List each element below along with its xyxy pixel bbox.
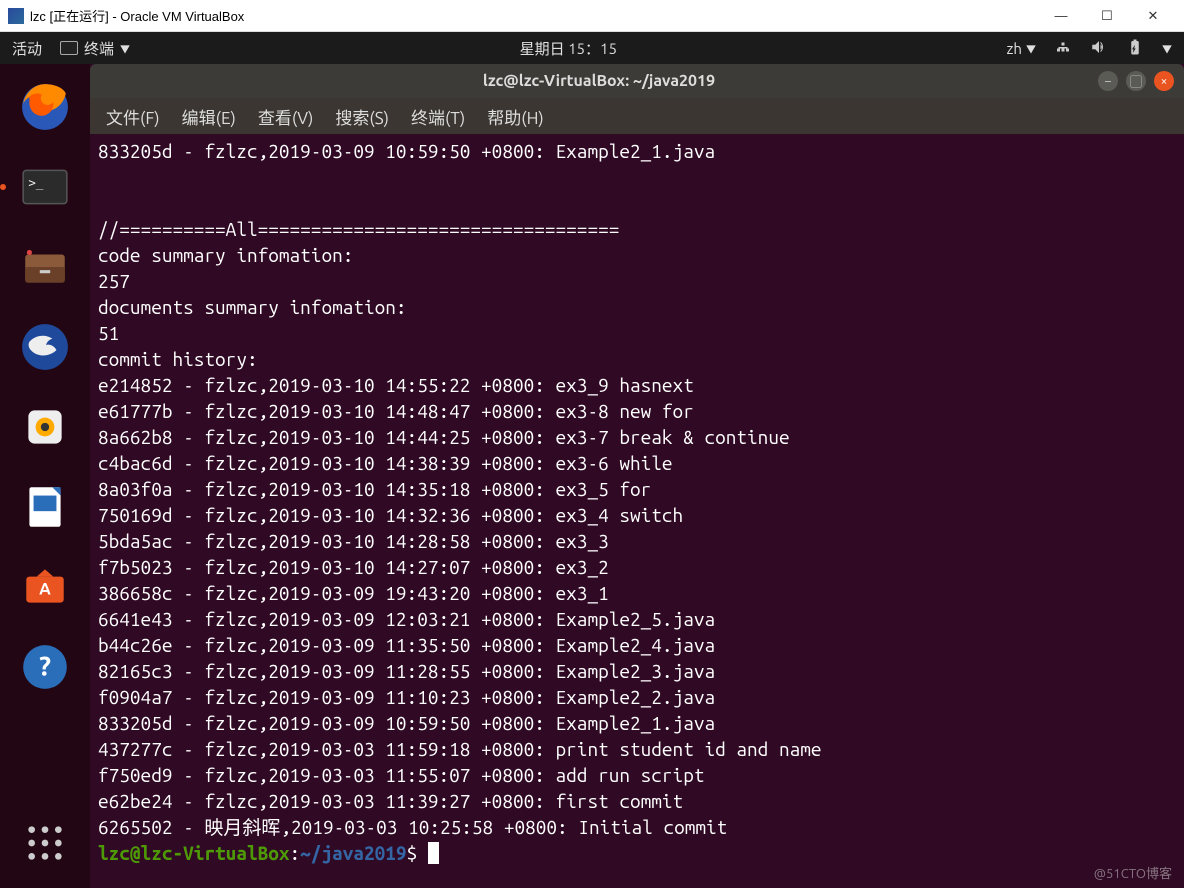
files-launcher[interactable] (10, 232, 80, 302)
terminal-maximize-button[interactable]: ▢ (1126, 71, 1146, 91)
firefox-launcher[interactable] (10, 72, 80, 142)
vbox-titlebar: lzc [正在运行] - Oracle VM VirtualBox — ☐ ✕ (0, 0, 1184, 32)
volume-icon[interactable] (1090, 38, 1108, 59)
dock: >_ A ? (0, 64, 90, 888)
terminal-window: lzc@lzc-VirtualBox: ~/java2019 – ▢ × 文件(… (90, 64, 1184, 888)
host-close-button[interactable]: ✕ (1130, 1, 1176, 31)
topbar-app-menu[interactable]: 终端 ▼ (60, 38, 130, 59)
network-icon[interactable] (1054, 38, 1072, 59)
host-maximize-button[interactable]: ☐ (1084, 1, 1130, 31)
chevron-down-icon: ▼ (1026, 41, 1036, 56)
terminal-titlebar[interactable]: lzc@lzc-VirtualBox: ~/java2019 – ▢ × (90, 64, 1184, 98)
terminal-menubar: 文件(F) 编辑(E) 查看(V) 搜索(S) 终端(T) 帮助(H) (90, 98, 1184, 134)
menu-edit[interactable]: 编辑(E) (176, 100, 242, 133)
svg-text:>_: >_ (28, 175, 44, 190)
help-launcher[interactable]: ? (10, 632, 80, 702)
menu-view[interactable]: 查看(V) (252, 100, 320, 133)
system-menu-chevron-icon[interactable]: ▼ (1162, 41, 1172, 56)
topbar-app-label: 终端 (84, 38, 114, 59)
menu-help[interactable]: 帮助(H) (481, 100, 550, 133)
virtualbox-icon (8, 8, 24, 24)
rhythmbox-launcher[interactable] (10, 392, 80, 462)
battery-icon[interactable] (1126, 38, 1144, 59)
activities-button[interactable]: 活动 (12, 38, 42, 59)
host-minimize-button[interactable]: — (1038, 1, 1084, 31)
libreoffice-writer-launcher[interactable] (10, 472, 80, 542)
vbox-title: lzc [正在运行] - Oracle VM VirtualBox (30, 6, 1038, 25)
watermark: @51CTO博客 (1094, 863, 1172, 882)
terminal-body[interactable]: 833205d - fzlzc,2019-03-09 10:59:50 +080… (90, 134, 1184, 888)
lang-label: zh (1007, 40, 1022, 57)
terminal-launcher[interactable]: >_ (10, 152, 80, 222)
menu-terminal[interactable]: 终端(T) (405, 100, 471, 133)
terminal-icon (60, 41, 78, 55)
topbar-clock[interactable]: 星期日 15：15 (130, 38, 1007, 59)
svg-text:A: A (39, 579, 51, 598)
input-source-indicator[interactable]: zh ▼ (1007, 40, 1036, 57)
menu-file[interactable]: 文件(F) (100, 100, 166, 133)
terminal-title: lzc@lzc-VirtualBox: ~/java2019 (100, 72, 1098, 90)
chevron-down-icon: ▼ (120, 41, 130, 56)
svg-text:?: ? (39, 651, 51, 681)
ubuntu-software-launcher[interactable]: A (10, 552, 80, 622)
vm-screen: 活动 终端 ▼ 星期日 15：15 zh ▼ ▼ (0, 32, 1184, 888)
gnome-topbar: 活动 终端 ▼ 星期日 15：15 zh ▼ ▼ (0, 32, 1184, 64)
menu-search[interactable]: 搜索(S) (329, 100, 395, 133)
terminal-close-button[interactable]: × (1154, 71, 1174, 91)
show-apps-launcher[interactable] (10, 808, 80, 878)
terminal-minimize-button[interactable]: – (1098, 71, 1118, 91)
thunderbird-launcher[interactable] (10, 312, 80, 382)
